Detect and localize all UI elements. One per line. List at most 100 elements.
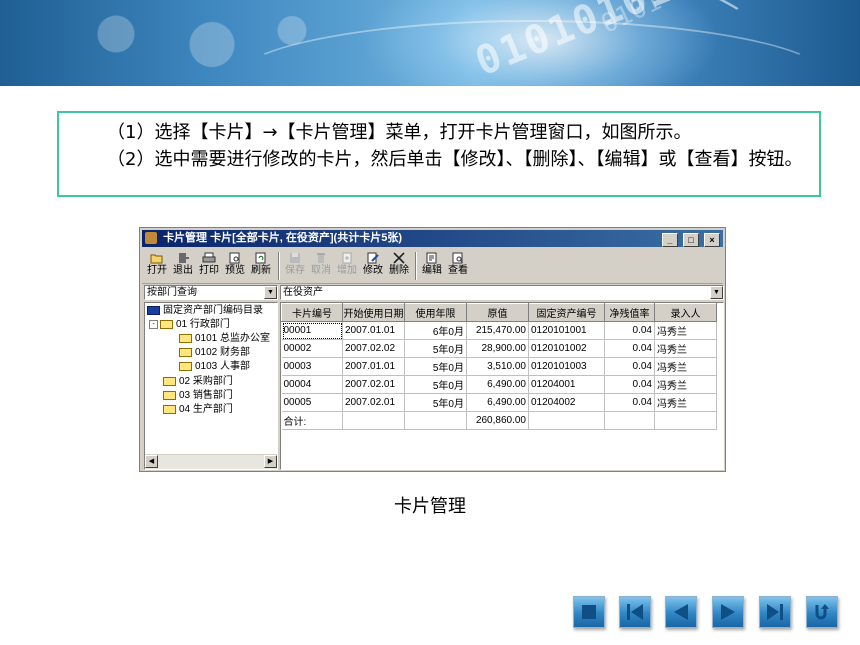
table-row[interactable]: 00003 2007.01.01 5年0月 3,510.00 012010100… <box>281 357 717 376</box>
chevron-down-icon[interactable]: ▼ <box>710 286 723 299</box>
table-cell[interactable]: 2007.02.01 <box>342 375 405 394</box>
table-cell[interactable]: 00004 <box>281 375 343 394</box>
close-button[interactable]: × <box>704 233 720 247</box>
window-titlebar[interactable]: 卡片管理 卡片[全部卡片, 在役资产](共计卡片5张) _ □ × <box>142 230 723 247</box>
tree-node-sales[interactable]: 03 销售部门 <box>163 389 233 403</box>
next-slide-button[interactable] <box>712 596 744 628</box>
column-header[interactable]: 原值 <box>466 303 529 322</box>
tree-node-production[interactable]: 04 生产部门 <box>163 403 233 417</box>
tree-node-purchasing[interactable]: 02 采购部门 <box>163 375 233 389</box>
table-cell[interactable]: 5年0月 <box>404 393 467 412</box>
table-cell[interactable]: 215,470.00 <box>466 321 529 340</box>
chevron-down-icon[interactable]: ▼ <box>264 286 277 299</box>
figure-caption: 卡片管理 <box>394 496 466 517</box>
column-header[interactable]: 录入人 <box>654 303 717 322</box>
view-button[interactable]: 查看 <box>445 251 471 281</box>
table-cell[interactable]: 6,490.00 <box>466 375 529 394</box>
table-cell[interactable]: 28,900.00 <box>466 339 529 358</box>
table-cell[interactable]: 00002 <box>281 339 343 358</box>
table-cell[interactable]: 0.04 <box>604 321 655 340</box>
exit-button[interactable]: 退出 <box>170 251 196 281</box>
table-cell <box>404 411 467 430</box>
first-slide-button[interactable] <box>619 596 651 628</box>
table-cell[interactable]: 01204002 <box>528 393 605 412</box>
table-cell[interactable]: 0120101002 <box>528 339 605 358</box>
column-header[interactable]: 固定资产编号 <box>528 303 605 322</box>
table-cell[interactable]: 01204001 <box>528 375 605 394</box>
maximize-button[interactable]: □ <box>682 233 699 247</box>
scroll-right-icon[interactable]: ▶ <box>264 455 277 468</box>
tree-node-label: 04 生产部门 <box>179 404 233 415</box>
table-row[interactable]: 00002 2007.02.02 5年0月 28,900.00 01201010… <box>281 339 717 358</box>
trash-icon <box>317 253 325 263</box>
print-button[interactable]: 打印 <box>196 251 222 281</box>
table-cell[interactable]: 2007.02.01 <box>342 393 405 412</box>
table-row[interactable]: 00004 2007.02.01 5年0月 6,490.00 01204001 … <box>281 375 717 394</box>
table-cell[interactable]: 5年0月 <box>404 357 467 376</box>
stop-button[interactable] <box>573 596 605 628</box>
table-cell[interactable]: 6,490.00 <box>466 393 529 412</box>
table-row[interactable]: 00001 2007.01.01 6年0月 215,470.00 0120101… <box>281 321 717 340</box>
card-management-window: 卡片管理 卡片[全部卡片, 在役资产](共计卡片5张) _ □ × 打开 退出 … <box>139 227 726 472</box>
table-cell[interactable]: 6年0月 <box>404 321 467 340</box>
save-button[interactable]: 保存 <box>282 251 308 281</box>
tree-node-hr[interactable]: 0103 人事部 <box>179 360 250 374</box>
table-cell[interactable]: 3,510.00 <box>466 357 529 376</box>
table-cell[interactable]: 5年0月 <box>404 375 467 394</box>
query-mode-select[interactable]: 按部门查询 ▼ <box>144 285 278 300</box>
table-row[interactable]: 00005 2007.02.01 5年0月 6,490.00 01204002 … <box>281 393 717 412</box>
minimize-button[interactable]: _ <box>661 233 678 247</box>
cancel-button[interactable]: 取消 <box>308 251 334 281</box>
print-label: 打印 <box>199 265 219 276</box>
table-cell[interactable]: 5年0月 <box>404 339 467 358</box>
tree-node-label: 0103 人事部 <box>195 361 251 372</box>
table-cell[interactable]: 2007.02.02 <box>342 339 405 358</box>
column-header[interactable]: 净残值率 <box>604 303 655 322</box>
refresh-icon <box>255 252 266 264</box>
collapse-icon[interactable]: - <box>149 319 158 329</box>
last-slide-button[interactable] <box>759 596 791 628</box>
table-cell[interactable]: 0.04 <box>604 375 655 394</box>
table-cell[interactable]: 0.04 <box>604 393 655 412</box>
table-cell[interactable]: 冯秀兰 <box>654 357 717 376</box>
column-header[interactable]: 开始使用日期 <box>342 303 405 322</box>
table-cell[interactable]: 0120101003 <box>528 357 605 376</box>
tree-node-director-office[interactable]: 0101 总监办公室 <box>179 332 270 346</box>
table-cell[interactable]: 00001 <box>281 321 343 340</box>
table-cell[interactable]: 冯秀兰 <box>654 375 717 394</box>
table-cell[interactable]: 2007.01.01 <box>342 357 405 376</box>
edit-button[interactable]: 编辑 <box>419 251 445 281</box>
tree-horizontal-scrollbar[interactable]: ◀ ▶ <box>145 454 277 469</box>
table-cell[interactable]: 冯秀兰 <box>654 393 717 412</box>
column-header[interactable]: 使用年限 <box>404 303 467 322</box>
open-button[interactable]: 打开 <box>144 251 170 281</box>
preview-button[interactable]: 预览 <box>222 251 248 281</box>
table-cell[interactable]: 冯秀兰 <box>654 321 717 340</box>
table-cell[interactable]: 冯秀兰 <box>654 339 717 358</box>
instruction-box: （1）选择【卡片】→【卡片管理】菜单，打开卡片管理窗口，如图所示。 （2）选中需… <box>57 111 821 197</box>
last-icon <box>767 604 783 620</box>
table-cell[interactable]: 0.04 <box>604 357 655 376</box>
tree-node-label: 01 行政部门 <box>176 319 230 330</box>
table-cell[interactable]: 00003 <box>281 357 343 376</box>
tree-root[interactable]: 固定资产部门编码目录 <box>147 304 263 318</box>
table-cell[interactable]: 0120101001 <box>528 321 605 340</box>
exit-label: 退出 <box>173 265 193 276</box>
column-header[interactable]: 卡片编号 <box>281 303 343 322</box>
cancel-label: 取消 <box>311 265 331 276</box>
refresh-button[interactable]: 刷新 <box>248 251 274 281</box>
total-label: 合计: <box>281 411 343 430</box>
add-button[interactable]: 增加 <box>334 251 360 281</box>
asset-status-select[interactable]: 在役资产 ▼ <box>280 285 724 300</box>
modify-button[interactable]: 修改 <box>360 251 386 281</box>
delete-button[interactable]: 删除 <box>386 251 412 281</box>
table-cell[interactable]: 2007.01.01 <box>342 321 405 340</box>
tree-node-finance[interactable]: 0102 财务部 <box>179 346 250 360</box>
scroll-left-icon[interactable]: ◀ <box>145 455 158 468</box>
tree-node-admin[interactable]: - 01 行政部门 <box>149 318 230 332</box>
table-cell[interactable]: 00005 <box>281 393 343 412</box>
asset-status-value: 在役资产 <box>283 287 323 298</box>
table-cell[interactable]: 0.04 <box>604 339 655 358</box>
return-button[interactable] <box>806 596 838 628</box>
previous-slide-button[interactable] <box>665 596 697 628</box>
